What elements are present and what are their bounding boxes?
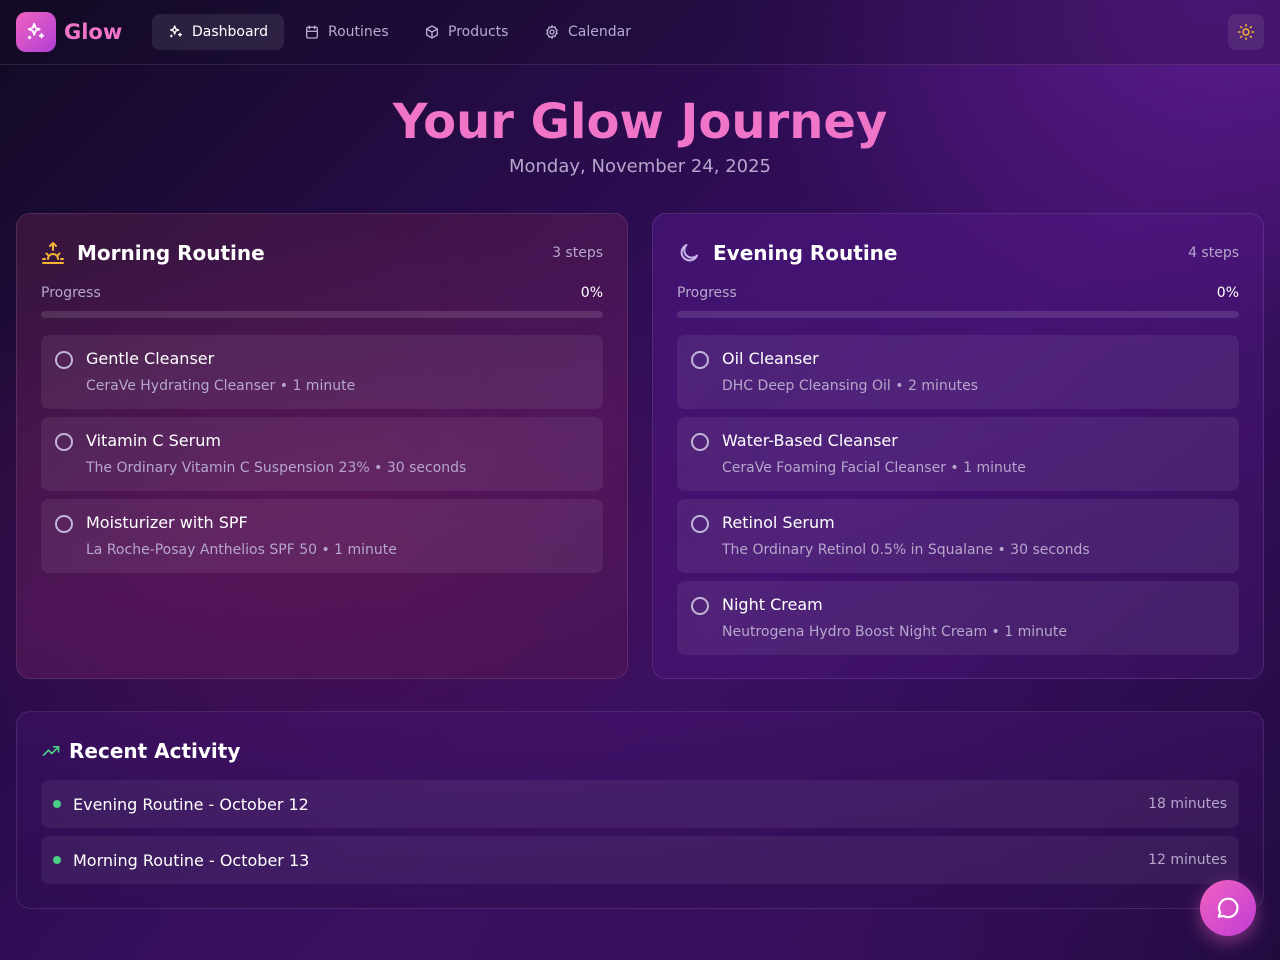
nav-dashboard[interactable]: Dashboard [152, 14, 284, 50]
nav-dashboard-label: Dashboard [192, 24, 268, 40]
nav-products[interactable]: Products [408, 14, 524, 50]
step-name: Vitamin C Serum [86, 431, 221, 450]
step-detail: The Ordinary Vitamin C Suspension 23% • … [86, 460, 467, 476]
evening-progress-row: Progress 0% [677, 284, 1239, 302]
nav-routines-label: Routines [328, 24, 389, 40]
evening-routine-card: Evening Routine 4 steps Progress 0% Oil … [652, 213, 1264, 679]
nav-calendar[interactable]: Calendar [528, 14, 647, 50]
step-detail: La Roche-Posay Anthelios SPF 50 • 1 minu… [86, 542, 397, 558]
step-detail: CeraVe Foaming Facial Cleanser • 1 minut… [722, 460, 1026, 476]
morning-routine-header: Morning Routine 3 steps [41, 240, 603, 266]
step-checkbox[interactable] [55, 433, 73, 451]
step-name: Retinol Serum [722, 513, 835, 532]
status-dot [53, 800, 61, 808]
step-checkbox[interactable] [691, 351, 709, 369]
step-name: Water-Based Cleanser [722, 431, 898, 450]
morning-steps-count: 3 steps [552, 245, 603, 261]
step-checkbox[interactable] [55, 515, 73, 533]
sparkles-icon [170, 25, 182, 38]
evening-routine-title: Evening Routine [713, 241, 898, 265]
evening-routine-header: Evening Routine 4 steps [677, 240, 1239, 266]
step-checkbox[interactable] [691, 597, 709, 615]
recent-activity-header: Recent Activity [41, 738, 240, 764]
morning-step-gentle-cleanser[interactable]: Gentle Cleanser CeraVe Hydrating Cleanse… [41, 335, 603, 409]
morning-progress-row: Progress 0% [41, 284, 603, 302]
step-detail: CeraVe Hydrating Cleanser • 1 minute [86, 378, 356, 394]
logo-icon[interactable] [16, 12, 56, 52]
step-detail: DHC Deep Cleansing Oil • 2 minutes [722, 378, 978, 394]
calendar-icon [306, 25, 318, 39]
evening-steps-count: 4 steps [1188, 245, 1239, 261]
recent-activity-card: Recent Activity Evening Routine - Octobe… [16, 711, 1264, 909]
evening-progress-percent: 0% [1216, 285, 1239, 301]
nav-products-label: Products [448, 24, 509, 40]
chat-bubble-icon [1217, 897, 1239, 919]
morning-progress-label: Progress [41, 285, 101, 301]
status-dot [53, 856, 61, 864]
page-title: Your Glow Journey [392, 94, 888, 150]
morning-step-vitamin-c-serum[interactable]: Vitamin C Serum The Ordinary Vitamin C S… [41, 417, 603, 491]
step-detail: Neutrogena Hydro Boost Night Cream • 1 m… [722, 624, 1068, 640]
sun-icon [1237, 23, 1255, 41]
evening-progress-bar [677, 311, 1239, 318]
step-checkbox[interactable] [55, 351, 73, 369]
moon-icon [680, 244, 698, 262]
morning-progress-bar [41, 311, 603, 318]
gear-icon [546, 25, 558, 39]
current-date: Monday, November 24, 2025 [508, 156, 772, 177]
nav-routines[interactable]: Routines [288, 14, 405, 50]
activity-label: Morning Routine - October 13 [73, 850, 310, 870]
theme-toggle-button[interactable] [1228, 14, 1264, 50]
evening-step-retinol-serum[interactable]: Retinol Serum The Ordinary Retinol 0.5% … [677, 499, 1239, 573]
step-checkbox[interactable] [691, 515, 709, 533]
morning-routine-title: Morning Routine [77, 241, 265, 265]
morning-step-moisturizer[interactable]: Moisturizer with SPF La Roche-Posay Anth… [41, 499, 603, 573]
step-name: Night Cream [722, 595, 823, 614]
recent-activity-title: Recent Activity [69, 739, 241, 763]
brand-name[interactable]: Glow [64, 19, 122, 45]
activity-item[interactable]: Evening Routine - October 12 18 minutes [41, 780, 1239, 828]
chat-button[interactable] [1200, 880, 1256, 936]
sunrise-icon [42, 242, 64, 264]
step-checkbox[interactable] [691, 433, 709, 451]
activity-duration: 18 minutes [1148, 796, 1227, 812]
step-name: Oil Cleanser [722, 349, 819, 368]
evening-step-oil-cleanser[interactable]: Oil Cleanser DHC Deep Cleansing Oil • 2 … [677, 335, 1239, 409]
step-name: Gentle Cleanser [86, 349, 215, 368]
step-name: Moisturizer with SPF [86, 513, 248, 532]
activity-item[interactable]: Morning Routine - October 13 12 minutes [41, 836, 1239, 884]
activity-duration: 12 minutes [1148, 852, 1227, 868]
morning-routine-card: Morning Routine 3 steps Progress 0% Gent… [16, 213, 628, 679]
morning-progress-percent: 0% [580, 285, 603, 301]
package-icon [426, 25, 438, 39]
step-detail: The Ordinary Retinol 0.5% in Squalane • … [722, 542, 1090, 558]
activity-label: Evening Routine - October 12 [73, 794, 309, 814]
evening-step-water-based-cleanser[interactable]: Water-Based Cleanser CeraVe Foaming Faci… [677, 417, 1239, 491]
evening-step-night-cream[interactable]: Night Cream Neutrogena Hydro Boost Night… [677, 581, 1239, 655]
nav-calendar-label: Calendar [568, 24, 631, 40]
evening-progress-label: Progress [677, 285, 737, 301]
top-nav-bar: Glow Dashboard Routines Products Calenda… [0, 0, 1280, 65]
trending-up-icon [42, 746, 60, 756]
